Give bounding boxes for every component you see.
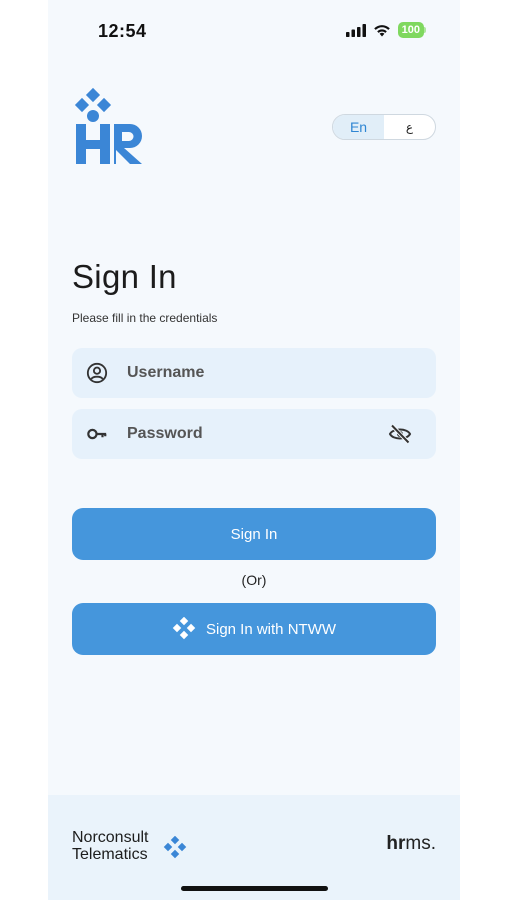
password-input[interactable]	[127, 419, 377, 449]
company-name-line1: Norconsult	[72, 829, 149, 846]
password-field[interactable]	[72, 409, 436, 459]
footer: Norconsult Telematics hrms.	[48, 795, 460, 900]
user-icon	[86, 362, 108, 384]
or-separator: (Or)	[241, 572, 267, 588]
sign-in-button[interactable]: Sign In	[72, 508, 436, 560]
page-subtitle: Please fill in the credentials	[72, 311, 218, 325]
ntww-diamond-icon	[172, 617, 196, 640]
login-screen: 12:54 100 En ع Sign In Please fill in th…	[48, 0, 460, 900]
product-brand: hrms.	[386, 833, 436, 855]
product-brand-bold: hr	[386, 833, 406, 854]
hr-logo-icon	[74, 87, 142, 164]
sign-in-ntww-button[interactable]: Sign In with NTWW	[72, 603, 436, 655]
product-brand-rest: ms.	[405, 833, 436, 854]
battery-icon: 100	[397, 22, 426, 38]
username-field[interactable]	[72, 348, 436, 398]
eye-off-icon[interactable]	[388, 422, 412, 446]
battery-level: 100	[397, 22, 424, 38]
username-input[interactable]	[127, 358, 377, 388]
signal-icon	[345, 23, 366, 37]
norconsult-logo-icon	[163, 836, 187, 859]
status-time: 12:54	[98, 21, 147, 41]
wifi-icon	[373, 24, 390, 36]
language-switch: En ع	[332, 114, 436, 140]
lang-option-ar[interactable]: ع	[384, 115, 435, 139]
status-bar: 12:54 100	[48, 0, 460, 62]
status-icons: 100	[345, 22, 426, 38]
home-indicator[interactable]	[181, 886, 328, 891]
page-title: Sign In	[72, 258, 177, 295]
sign-in-ntww-label: Sign In with NTWW	[205, 620, 337, 638]
lang-option-en[interactable]: En	[333, 115, 384, 139]
company-name-line2: Telematics	[72, 846, 148, 863]
key-icon	[87, 428, 107, 440]
company-brand: Norconsult Telematics	[72, 829, 148, 863]
